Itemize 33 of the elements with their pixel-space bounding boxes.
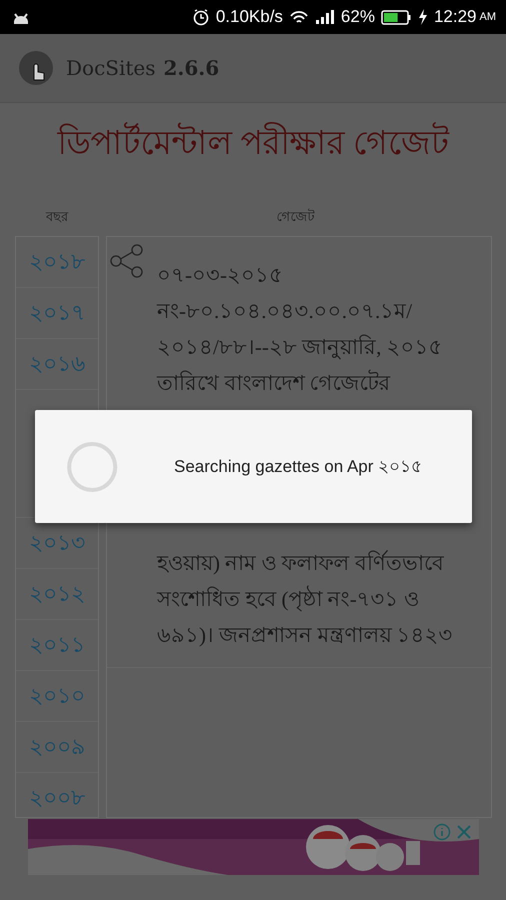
gazette-text: সংশোধিত হবে (পৃষ্ঠা নং-৭৩১ ও [157,584,420,614]
app-logo-icon [18,50,54,86]
info-icon[interactable] [433,823,451,841]
year-item[interactable]: ২০১৮ [16,237,98,288]
dialog-message: Searching gazettes on Apr ২০১৫ [174,456,422,478]
battery-icon [380,8,411,26]
column-header: গেজেট [276,208,316,227]
year-item[interactable]: ২০০৯ [16,722,98,773]
page-title: ডিপার্টমেন্টাল পরীক্ষার গেজেট [0,103,506,183]
gazette-text: ৬৯১)। জনপ্রশাসন মন্ত্রণালয় ১৪২৩ [157,622,453,649]
signal-icon [314,9,335,25]
share-icon[interactable] [110,244,143,278]
gazette-text: ২০১৪/৮৮।--২৮ জানুয়ারি, ২০১৫ [157,334,444,362]
gazette-text: হওয়ায়) নাম ও ফলাফল বর্ণিতভাবে [157,549,445,577]
charging-icon [416,8,428,26]
year-item[interactable]: ২০১৭ [16,288,98,339]
gazette-text: নং-৮০.১০৪.০৪৩.০০.০৭.১ম/ [157,298,414,325]
app-version: 2.6.6 [164,56,220,80]
year-item[interactable]: ২০১০ [16,671,98,722]
year-item[interactable]: ২০১৬ [16,339,98,390]
year-item[interactable]: ২০১১ [16,620,98,671]
gazette-text: ০৭-০৩-২০১৫ [157,262,284,289]
app-name: DocSites [66,56,156,80]
year-item[interactable]: ২০১২ [16,569,98,620]
clock-time: 12:29 [434,7,476,27]
gazette-text: তারিখে বাংলাদেশ গেজেটের [157,368,392,397]
battery-percent: 62% [340,7,375,27]
clock-meridiem: AM [480,11,496,23]
close-icon[interactable] [455,823,473,841]
network-speed: 0.10Kb/s [216,7,283,27]
column-header: বছর [44,209,70,227]
wifi-icon [288,9,309,25]
alarm-icon [192,8,210,26]
